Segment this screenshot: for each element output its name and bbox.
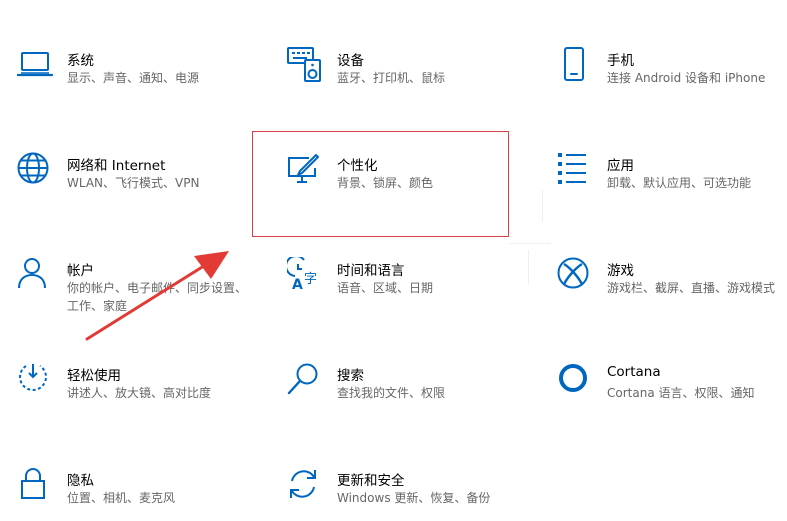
ghost-divider <box>542 190 543 222</box>
tile-privacy[interactable]: 隐私 位置、相机、麦克风 <box>17 467 257 521</box>
tile-title: 时间和语言 <box>337 263 405 279</box>
ghost-divider <box>509 243 551 244</box>
settings-home: 系统 显示、声音、通知、电源 设备 蓝牙、打印机、鼠标 手机 连接 Androi… <box>0 0 787 521</box>
svg-text:字: 字 <box>304 272 317 287</box>
tile-description: 语音、区域、日期 <box>337 281 434 295</box>
tile-title: 轻松使用 <box>67 368 121 384</box>
tile-title: 网络和 Internet <box>67 158 166 174</box>
tile-devices[interactable]: 设备 蓝牙、打印机、鼠标 <box>287 47 527 117</box>
tile-update-security[interactable]: 更新和安全 Windows 更新、恢复、备份 <box>287 467 527 521</box>
tile-cortana[interactable]: Cortana Cortana 语言、权限、通知 <box>557 362 787 432</box>
tile-description: 游戏栏、截屏、直播、游戏模式 <box>607 281 776 295</box>
svg-text:A: A <box>292 277 303 293</box>
time-language-icon: A字 <box>287 257 323 293</box>
sync-arrows-icon <box>287 467 323 503</box>
lock-icon <box>17 467 53 503</box>
tile-description: Windows 更新、恢复、备份 <box>337 491 491 505</box>
tile-title: 隐私 <box>67 473 94 489</box>
tile-title: 系统 <box>67 53 94 69</box>
tile-description: Cortana 语言、权限、通知 <box>607 386 755 400</box>
tile-description: 蓝牙、打印机、鼠标 <box>337 71 446 85</box>
tile-title: 更新和安全 <box>337 473 405 489</box>
tile-title: 搜索 <box>337 368 364 384</box>
tile-apps[interactable]: 应用 卸载、默认应用、可选功能 <box>557 152 787 222</box>
tile-title: 游戏 <box>607 263 634 279</box>
tile-time-language[interactable]: A字 时间和语言 语音、区域、日期 <box>287 257 527 327</box>
tile-description: 显示、声音、通知、电源 <box>67 71 200 85</box>
tile-description: 你的帐户、电子邮件、同步设置、工作、家庭 <box>67 281 248 313</box>
tile-title: 应用 <box>607 158 634 174</box>
globe-icon <box>17 152 53 188</box>
tile-gaming[interactable]: 游戏 游戏栏、截屏、直播、游戏模式 <box>557 257 787 327</box>
tile-accounts[interactable]: 帐户 你的帐户、电子邮件、同步设置、工作、家庭 <box>17 257 257 327</box>
app-list-icon <box>557 152 593 188</box>
tile-description: 讲述人、放大镜、高对比度 <box>67 386 212 400</box>
tile-title: Cortana <box>607 364 661 380</box>
keyboard-speaker-icon <box>287 47 323 83</box>
search-icon <box>287 362 323 398</box>
tile-description: 查找我的文件、权限 <box>337 386 446 400</box>
tile-description: 连接 Android 设备和 iPhone <box>607 71 766 85</box>
cortana-ring-icon <box>557 362 593 398</box>
tile-network[interactable]: 网络和 Internet WLAN、飞行模式、VPN <box>17 152 257 222</box>
tile-title: 帐户 <box>67 263 94 279</box>
ease-of-access-icon <box>17 362 53 398</box>
annotation-highlight-box <box>252 131 509 237</box>
tile-title: 设备 <box>337 53 364 69</box>
tile-phone[interactable]: 手机 连接 Android 设备和 iPhone <box>557 47 787 117</box>
tile-description: 卸载、默认应用、可选功能 <box>607 176 752 190</box>
tile-title: 手机 <box>607 53 634 69</box>
xbox-icon <box>557 257 593 293</box>
laptop-icon <box>17 47 53 83</box>
phone-icon <box>557 47 593 83</box>
tile-description: 位置、相机、麦克风 <box>67 491 176 505</box>
ghost-divider <box>528 250 529 284</box>
tile-description: WLAN、飞行模式、VPN <box>67 176 200 190</box>
tile-system[interactable]: 系统 显示、声音、通知、电源 <box>17 47 257 117</box>
tile-ease-of-access[interactable]: 轻松使用 讲述人、放大镜、高对比度 <box>17 362 257 432</box>
person-icon <box>17 257 53 293</box>
tile-search[interactable]: 搜索 查找我的文件、权限 <box>287 362 527 432</box>
